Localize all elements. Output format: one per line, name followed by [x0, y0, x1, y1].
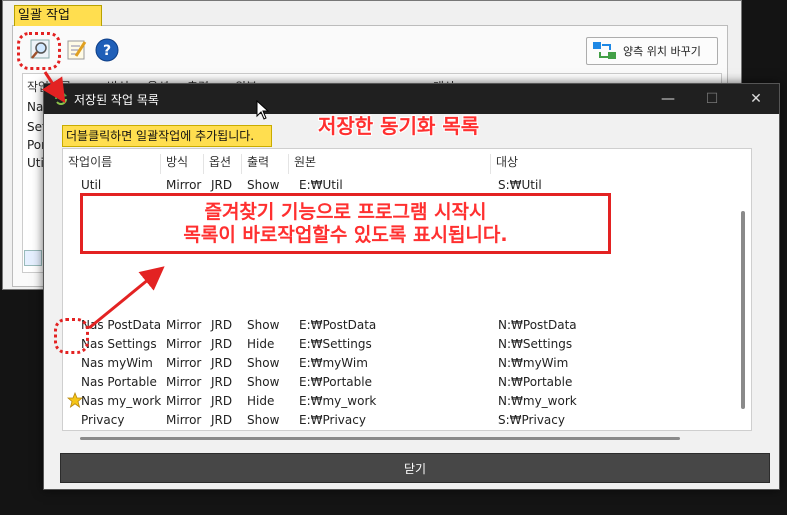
cell-output: Show	[247, 356, 280, 370]
filter-icon[interactable]	[24, 250, 42, 266]
horizontal-scrollbar[interactable]	[80, 437, 680, 440]
saved-jobs-dialog: 저장된 작업 목록 — ☐ ✕ 더블클릭하면 일괄작업에 추가됩니다. 작업이름…	[43, 83, 780, 490]
close-window-button[interactable]: ✕	[734, 84, 778, 114]
cell-mode: Mirror	[166, 356, 202, 370]
highlight-ring-toolbar	[17, 32, 61, 70]
cell-name[interactable]: Nas my_work	[81, 393, 161, 409]
maximize-button[interactable]: ☐	[690, 84, 734, 114]
cell-name[interactable]: Privacy	[81, 412, 124, 428]
cell-option: JRD	[211, 356, 233, 370]
highlight-ring-favorite	[54, 318, 89, 354]
cell-target: N:₩Settings	[498, 337, 573, 351]
cell-option: JRD	[211, 375, 233, 389]
swap-sides-button[interactable]: 양측 위치 바꾸기	[586, 37, 718, 65]
cell-option: JRD	[211, 318, 233, 332]
cell-output: Hide	[247, 394, 275, 408]
callout-line-2: 목록이 바로작업할수 있도록 표시됩니다.	[183, 223, 508, 246]
hint-label: 더블클릭하면 일괄작업에 추가됩니다.	[62, 125, 272, 147]
cell-option: JRD	[211, 337, 233, 351]
cell-target: N:₩myWim	[498, 356, 569, 370]
cell-name[interactable]: Nas Portable	[81, 374, 157, 390]
cell-mode: Mirror	[166, 413, 202, 427]
callout-title: 저장한 동기화 목록	[318, 114, 480, 138]
cell-name[interactable]: Nas myWim	[81, 355, 153, 371]
cell-source: E:₩Privacy	[299, 413, 366, 427]
cell-mode: Mirror	[166, 318, 202, 332]
callout-line-1: 즐겨찾기 기능으로 프로그램 시작시	[204, 200, 487, 223]
close-button[interactable]: 닫기	[60, 453, 770, 483]
cell-source: E:₩my_work	[299, 394, 377, 408]
cell-target: N:₩Portable	[498, 375, 573, 389]
tab-batch[interactable]: 일괄 작업	[14, 5, 102, 26]
cell-target: S:₩Util	[498, 178, 542, 192]
swap-arrows-icon	[593, 42, 616, 59]
cell-name[interactable]: Nas Settings	[81, 336, 157, 352]
cell-mode: Mirror	[166, 375, 202, 389]
cell-output: Hide	[247, 337, 275, 351]
vertical-scrollbar[interactable]	[741, 211, 745, 409]
cell-name[interactable]: Util	[81, 177, 101, 193]
cell-source: E:₩Settings	[299, 337, 372, 351]
svg-text:?: ?	[103, 43, 111, 59]
cell-target: N:₩my_work	[498, 394, 577, 408]
callout-box: 즐겨찾기 기능으로 프로그램 시작시 목록이 바로작업할수 있도록 표시됩니다.	[80, 193, 611, 254]
cell-target: N:₩PostData	[498, 318, 577, 332]
cell-output: Show	[247, 178, 280, 192]
cell-option: JRD	[211, 394, 233, 408]
cell-option: JRD	[211, 413, 233, 427]
cell-output: Show	[247, 413, 280, 427]
mouse-cursor-icon	[256, 100, 270, 120]
dialog-title: 저장된 작업 목록	[74, 93, 159, 107]
cell-option: JRD	[211, 178, 233, 192]
swap-sides-label: 양측 위치 바꾸기	[623, 45, 701, 58]
help-icon[interactable]: ?	[94, 37, 120, 63]
cell-source: E:₩PostData	[299, 318, 377, 332]
cell-output: Show	[247, 318, 280, 332]
cell-output: Show	[247, 375, 280, 389]
saved-jobs-list[interactable]: 작업이름 방식 옵션 출력 원본 대상 Util Mirror JRD Show E:₩…	[62, 148, 752, 431]
cell-target: S:₩Privacy	[498, 413, 565, 427]
cell-name[interactable]: Nas PostData	[81, 317, 161, 333]
cell-mode: Mirror	[166, 394, 202, 408]
cell-mode: Mirror	[166, 337, 202, 351]
edit-note-icon[interactable]	[64, 37, 90, 63]
minimize-button[interactable]: —	[646, 84, 690, 114]
favorite-star-icon[interactable]	[66, 391, 84, 411]
cell-mode: Mirror	[166, 178, 202, 192]
cell-source: E:₩Util	[299, 178, 343, 192]
cell-source: E:₩myWim	[299, 356, 368, 370]
cell-source: E:₩Portable	[299, 375, 372, 389]
sync-app-icon	[55, 93, 67, 105]
